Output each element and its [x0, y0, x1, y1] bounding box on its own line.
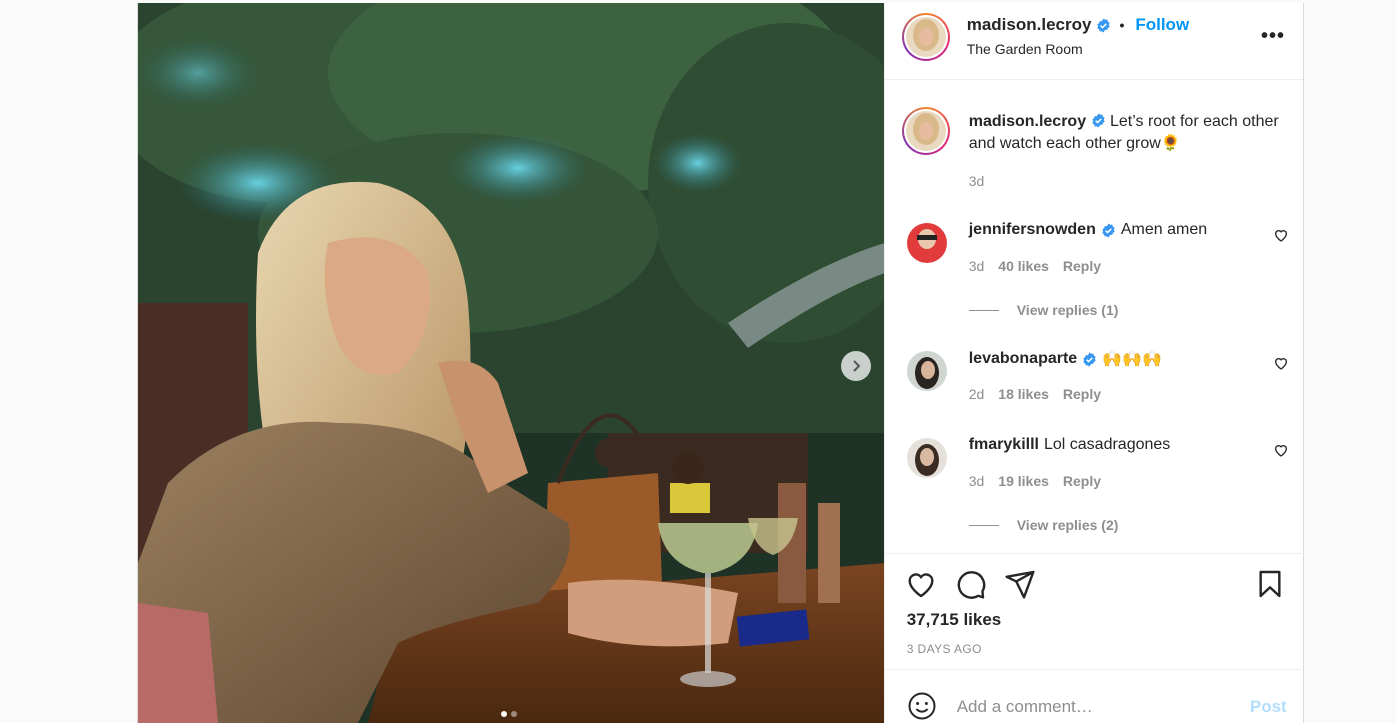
comment-time: 3d: [968, 473, 985, 489]
comment-time: 2d: [968, 386, 985, 402]
comment-time: 3d: [968, 258, 985, 274]
comment-text-row: jennifersnowden Amen amen: [969, 221, 1207, 239]
like-heart-icon[interactable]: [905, 568, 937, 600]
verified-badge-icon: [1096, 17, 1111, 33]
comment-text: 🙌🙌🙌: [1102, 351, 1162, 368]
author-username[interactable]: madison.lecroy: [967, 15, 1092, 35]
caption-avatar[interactable]: [901, 107, 950, 155]
comment-text-row: fmarykilll Lol casadragones: [969, 436, 1171, 454]
verified-badge-icon: [1101, 222, 1116, 238]
author-avatar[interactable]: [901, 13, 950, 61]
view-replies-label: View replies (1): [1016, 302, 1119, 318]
view-replies-button[interactable]: View replies (2): [968, 517, 1119, 533]
comment-text: Amen amen: [1120, 221, 1208, 238]
likes-count[interactable]: 37,715 likes: [907, 610, 1002, 630]
location-link[interactable]: The Garden Room: [967, 41, 1083, 57]
view-replies-button[interactable]: View replies (1): [968, 302, 1119, 318]
bookmark-icon[interactable]: [1254, 568, 1286, 600]
replies-divider: [968, 309, 999, 311]
header-bullet: •: [1119, 17, 1125, 33]
post-actions: 37,715 likes 3 DAYS AGO: [884, 553, 1305, 669]
chevron-right-icon: [853, 360, 861, 372]
heart-icon[interactable]: [1273, 442, 1289, 458]
verified-badge-icon: [1082, 351, 1097, 367]
more-options-button[interactable]: •••: [1261, 25, 1285, 48]
post-comment-button[interactable]: Post: [1250, 697, 1287, 717]
post-media[interactable]: [138, 3, 884, 723]
reply-button[interactable]: Reply: [1063, 258, 1101, 274]
comment-meta: 3d 19 likes Reply: [969, 473, 1101, 489]
follow-button[interactable]: Follow: [1135, 15, 1189, 35]
post-caption: madison.lecroy Let’s root for each other…: [969, 111, 1279, 155]
caption-username[interactable]: madison.lecroy: [969, 113, 1086, 130]
comment-text: Lol casadragones: [1043, 436, 1171, 453]
post-photo: [138, 3, 884, 723]
carousel-dot-active: [501, 711, 507, 717]
comment-username[interactable]: levabonaparte: [969, 350, 1077, 368]
carousel-indicator: [501, 711, 517, 717]
carousel-dot: [511, 711, 517, 717]
post-side-panel: madison.lecroy • Follow The Garden Room …: [883, 3, 1305, 723]
post-container: madison.lecroy • Follow The Garden Room …: [137, 3, 1305, 723]
comment-meta: 2d 18 likes Reply: [969, 386, 1101, 402]
post-header: madison.lecroy • Follow The Garden Room …: [884, 3, 1303, 80]
heart-icon[interactable]: [1273, 355, 1289, 371]
reply-button[interactable]: Reply: [1063, 473, 1101, 489]
commenter-avatar[interactable]: [906, 351, 947, 391]
post-timestamp: 3 DAYS AGO: [906, 642, 982, 656]
reply-button[interactable]: Reply: [1063, 386, 1101, 402]
replies-divider: [968, 524, 999, 526]
comment-icon[interactable]: [955, 568, 987, 600]
verified-badge-icon: [1091, 113, 1106, 128]
comment-likes[interactable]: 18 likes: [998, 386, 1049, 402]
heart-icon[interactable]: [1273, 227, 1289, 243]
comment-likes[interactable]: 40 likes: [998, 258, 1049, 274]
comment-likes[interactable]: 19 likes: [998, 473, 1049, 489]
caption-time: 3d: [968, 173, 985, 189]
comment-meta: 3d 40 likes Reply: [969, 258, 1101, 274]
comment-username[interactable]: jennifersnowden: [969, 221, 1096, 239]
commenter-avatar[interactable]: [906, 438, 947, 478]
smiley-icon[interactable]: [907, 691, 937, 721]
add-comment-input[interactable]: [956, 697, 1227, 717]
share-icon[interactable]: [1004, 568, 1036, 600]
add-comment-bar: Post: [884, 669, 1305, 723]
comment-username[interactable]: fmarykilll: [969, 436, 1039, 454]
comment-text-row: levabonaparte 🙌🙌🙌: [969, 349, 1162, 369]
comments-section: madison.lecroy Let’s root for each other…: [885, 81, 1305, 553]
commenter-avatar[interactable]: [906, 223, 947, 263]
view-replies-label: View replies (2): [1016, 517, 1119, 533]
header-user-row: madison.lecroy • Follow: [967, 15, 1189, 35]
carousel-next-button[interactable]: [841, 351, 871, 381]
